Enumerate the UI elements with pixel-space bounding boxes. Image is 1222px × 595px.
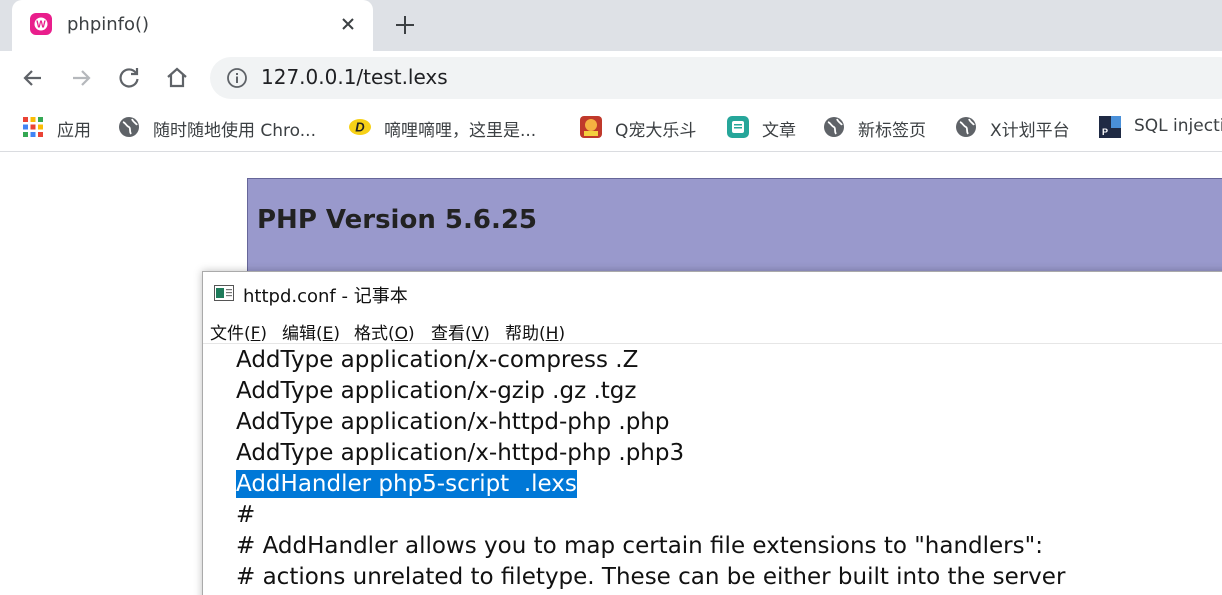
bookmarks-bar: 应用 随时随地使用 Chro... D 嘀哩嘀哩，这里是... Q宠大乐斗 文章 [0,104,1222,152]
bookmark-label: X计划平台 [990,121,1070,141]
notepad-menubar: 文件(F) 编辑(E) 格式(O) 查看(V) 帮助(H) [203,316,1222,344]
text-line: AddType application/x-httpd-php .php3 [236,440,685,466]
bookmark-label: 文章 [762,121,796,141]
menu-edit[interactable]: 编辑(E) [282,319,340,344]
page-content: PHP Version 5.6.25 httpd.conf - 记事本 文件(F… [0,153,1222,595]
notepad-window[interactable]: httpd.conf - 记事本 文件(F) 编辑(E) 格式(O) 查看(V)… [202,271,1222,595]
close-icon[interactable] [335,11,361,37]
text-line: # [236,502,256,528]
notepad-text-area[interactable]: AddType application/x-compress .Z AddTyp… [203,345,1222,595]
svg-text:P: P [1102,127,1108,137]
apps-grid-icon [23,117,43,137]
selected-text-line: AddHandler php5-script .lexs [236,470,577,498]
browser-toolbar: 127.0.0.1/test.lexs [0,51,1222,104]
svg-text:D: D [355,120,365,135]
bookmark-label: 嘀哩嘀哩，这里是... [384,121,537,141]
document-p-icon: P [1099,116,1121,138]
menu-view[interactable]: 查看(V) [431,319,490,344]
tab-title: phpinfo() [67,14,150,35]
bookmark-label: 随时随地使用 Chro... [153,121,316,141]
globe-icon [824,117,844,137]
notepad-title: httpd.conf - 记事本 [243,286,408,307]
php-version-header: PHP Version 5.6.25 [247,178,1222,278]
text-line: # actions unrelated to filetype. These c… [236,564,1066,590]
notepad-app-icon [214,285,234,301]
bookmark-label: 新标签页 [858,121,926,141]
menu-format[interactable]: 格式(O) [354,319,415,344]
bookmark-label: 应用 [57,121,91,141]
news-icon [727,116,749,138]
svg-text:W: W [36,20,46,31]
menu-help[interactable]: 帮助(H) [505,319,565,344]
dilidili-logo-icon: D [349,119,371,135]
menu-file[interactable]: 文件(F) [210,319,267,344]
reload-icon[interactable] [115,64,143,92]
game-icon [580,116,602,138]
text-line: # AddHandler allows you to map certain f… [236,533,1043,559]
text-line: AddType application/x-gzip .gz .tgz [236,378,637,404]
home-icon[interactable] [163,64,191,92]
forward-arrow-icon[interactable] [67,64,95,92]
tab-strip: W phpinfo() [0,0,1222,51]
text-line: AddType application/x-compress .Z [236,347,639,373]
notepad-titlebar[interactable]: httpd.conf - 记事本 [203,272,1222,314]
globe-icon [119,117,139,137]
wampserver-favicon-icon: W [30,13,52,35]
text-line: AddType application/x-httpd-php .php [236,409,670,435]
url-text[interactable]: 127.0.0.1/test.lexs [261,65,448,89]
new-tab-plus-icon[interactable] [391,11,419,39]
back-arrow-icon[interactable] [19,64,47,92]
bookmark-label: SQL injection [1134,116,1222,136]
address-bar[interactable]: 127.0.0.1/test.lexs [210,57,1222,99]
tab-phpinfo[interactable]: W phpinfo() [12,0,373,51]
bookmark-label: Q宠大乐斗 [615,121,697,141]
info-icon[interactable] [226,67,248,89]
page-title: PHP Version 5.6.25 [257,205,538,235]
globe-icon [956,117,976,137]
